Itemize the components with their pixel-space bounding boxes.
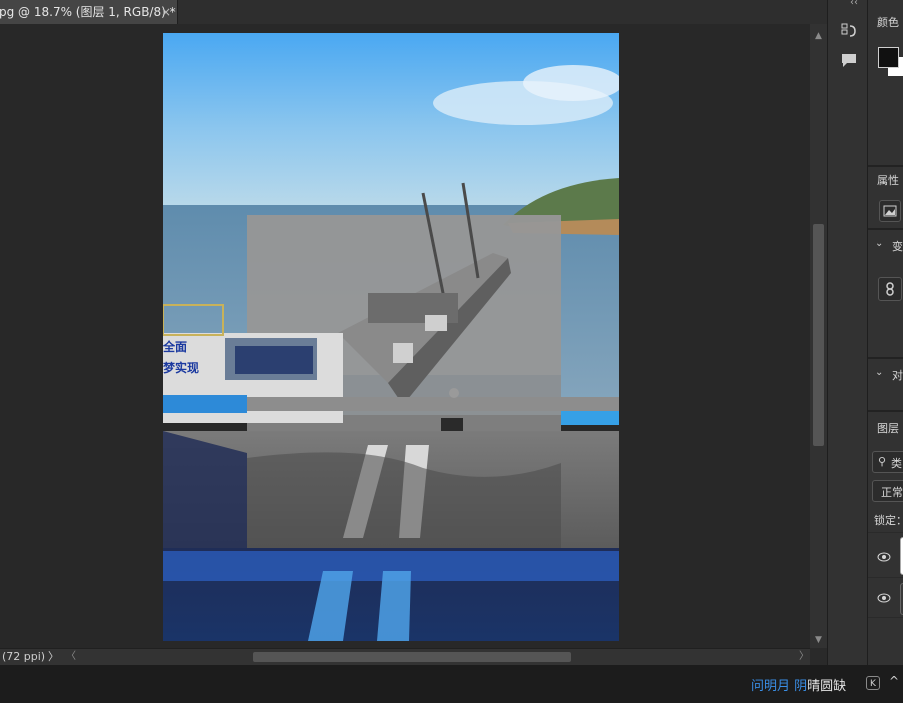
status-menu-arrow-icon[interactable]: 〉 bbox=[48, 649, 59, 665]
visibility-eye-icon[interactable] bbox=[877, 593, 891, 603]
layer-filter-label: 类 bbox=[891, 457, 902, 470]
document-tab[interactable]: pg @ 18.7% (图层 1, RGB/8) * × bbox=[0, 0, 178, 24]
svg-text:梦实现: 梦实现 bbox=[163, 360, 199, 375]
comments-icon[interactable] bbox=[840, 51, 858, 69]
chevron-down-icon[interactable]: ⌄ bbox=[875, 367, 883, 378]
layer-filter-search[interactable]: ⚲ 类 bbox=[872, 451, 903, 473]
foreground-color-swatch[interactable] bbox=[878, 47, 899, 68]
panel-divider bbox=[868, 410, 903, 412]
right-panel-dock: 颜色 属性 ⌄ 变 ⌄ 对 图层 ⚲ 类 正常 锁定： bbox=[867, 0, 903, 665]
ticker-part-2: 阴 bbox=[794, 679, 808, 694]
layer-divider bbox=[868, 532, 903, 533]
document-tab-title: pg @ 18.7% (图层 1, RGB/8) * bbox=[0, 5, 176, 19]
panel-divider bbox=[868, 165, 903, 167]
align-section-label: 对 bbox=[892, 369, 903, 382]
color-panel-title[interactable]: 颜色 bbox=[877, 14, 899, 30]
blend-mode-value: 正常 bbox=[881, 486, 903, 499]
scroll-down-icon[interactable]: ▼ bbox=[810, 632, 827, 648]
vertical-scroll-thumb[interactable] bbox=[813, 224, 824, 446]
layer-divider bbox=[868, 617, 903, 618]
scroll-up-icon[interactable]: ▲ bbox=[810, 28, 827, 44]
chevron-down-icon[interactable]: ⌄ bbox=[875, 238, 883, 249]
chevron-up-icon[interactable]: ^ bbox=[889, 674, 899, 688]
horizontal-scroll-thumb[interactable] bbox=[253, 652, 571, 662]
panel-divider bbox=[868, 357, 903, 359]
document-image[interactable]: 全面 梦实现 bbox=[163, 33, 619, 641]
transform-section-label: 变 bbox=[892, 240, 903, 253]
link-icon[interactable] bbox=[878, 277, 902, 301]
properties-panel-title[interactable]: 属性 bbox=[877, 172, 899, 188]
photo-composite: 全面 梦实现 bbox=[163, 33, 619, 641]
blend-mode-select[interactable]: 正常 bbox=[872, 480, 903, 502]
scroll-corner bbox=[810, 648, 827, 665]
visibility-eye-icon[interactable] bbox=[877, 552, 891, 562]
image-icon[interactable] bbox=[879, 200, 901, 222]
taskbar-ticker-text: 问明月 阴晴圆缺 bbox=[751, 675, 846, 694]
horizontal-scrollbar[interactable]: 〈 〉 bbox=[63, 650, 810, 664]
panel-divider bbox=[868, 228, 903, 230]
collapse-panels-icon[interactable]: ‹‹ bbox=[850, 0, 858, 8]
scroll-left-icon[interactable]: 〈 bbox=[65, 650, 77, 664]
history-icon[interactable] bbox=[840, 22, 858, 40]
layers-panel-title[interactable]: 图层 bbox=[877, 420, 899, 436]
vertical-scrollbar[interactable]: ▲ ▼ bbox=[810, 24, 827, 648]
input-method-icon[interactable]: K bbox=[866, 676, 880, 690]
canvas-area[interactable]: 全面 梦实现 bbox=[0, 24, 810, 648]
close-icon[interactable]: × bbox=[161, 0, 171, 24]
status-bar: (72 ppi) 〉 〈 〉 bbox=[0, 648, 827, 666]
ticker-part-1: 问明月 bbox=[751, 679, 791, 694]
panel-icon-strip: ‹‹ bbox=[827, 0, 867, 665]
document-tab-bar: pg @ 18.7% (图层 1, RGB/8) * × bbox=[0, 0, 827, 24]
svg-text:全面: 全面 bbox=[163, 339, 187, 354]
zoom-resolution-text: (72 ppi) bbox=[2, 650, 46, 663]
ticker-part-3: 晴圆缺 bbox=[807, 679, 847, 694]
layer-divider bbox=[868, 577, 903, 578]
search-icon: ⚲ bbox=[878, 455, 887, 468]
system-taskbar: 问明月 阴晴圆缺 K ^ bbox=[0, 665, 903, 703]
lock-label: 锁定： bbox=[874, 514, 903, 527]
scroll-right-icon[interactable]: 〉 bbox=[798, 650, 810, 664]
